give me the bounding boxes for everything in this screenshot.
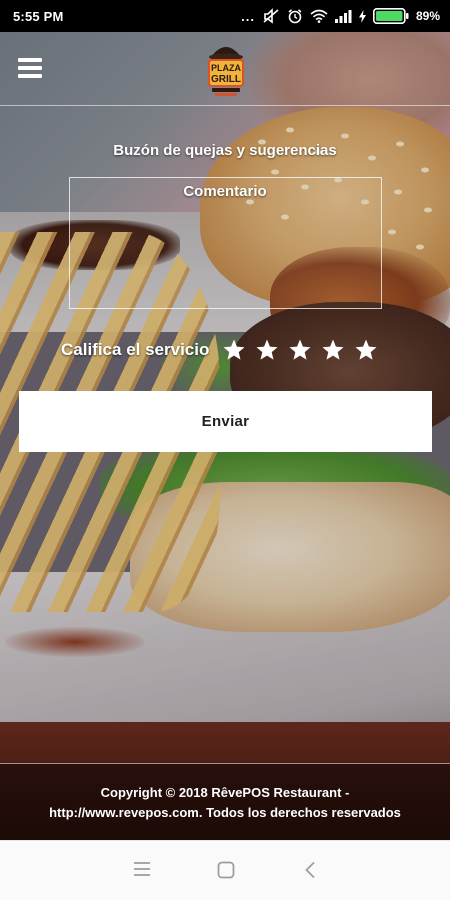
mute-icon <box>263 8 279 24</box>
home-icon[interactable] <box>217 861 235 879</box>
logo-text-bottom: GRILL <box>211 74 241 85</box>
footer-copyright: Copyright © 2018 RêvePOS Restaurant - <box>100 785 350 800</box>
back-icon[interactable] <box>304 861 316 879</box>
footer-rights: http://www.revepos.com. Todos los derech… <box>49 805 401 820</box>
wifi-icon <box>310 9 328 23</box>
hamburger-menu-icon[interactable] <box>18 58 42 78</box>
rating-row: Califica el servicio <box>61 336 378 364</box>
alarm-icon <box>288 9 302 24</box>
signal-icon <box>334 10 352 23</box>
notification-dots-icon: ... <box>241 8 255 24</box>
status-time: 5:55 PM <box>13 8 64 24</box>
charging-bolt-icon <box>358 9 366 23</box>
system-nav-bar <box>0 840 450 900</box>
star-icon-1[interactable] <box>222 338 246 362</box>
status-bar: 5:55 PM ... 89% <box>0 0 450 32</box>
star-icon-5[interactable] <box>354 338 378 362</box>
star-icon-4[interactable] <box>321 338 345 362</box>
footer: Copyright © 2018 RêvePOS Restaurant - ht… <box>0 763 450 840</box>
send-button[interactable]: Enviar <box>19 391 432 452</box>
star-rating[interactable] <box>222 338 378 362</box>
rating-label: Califica el servicio <box>61 340 210 359</box>
battery-percent: 89% <box>415 9 440 23</box>
comment-input[interactable] <box>69 177 382 309</box>
app-screen: PLAZA GRILL Buzón de quejas y sugerencia… <box>0 32 450 840</box>
star-icon-3[interactable] <box>288 338 312 362</box>
star-icon-2[interactable] <box>255 338 279 362</box>
battery-charging-icon <box>372 8 409 24</box>
app-header: PLAZA GRILL <box>0 32 450 106</box>
menu-line <box>18 58 42 62</box>
logo-text-top: PLAZA <box>211 63 241 73</box>
menu-line <box>18 74 42 78</box>
status-icons: ... 89% <box>241 8 440 24</box>
form-title: Buzón de quejas y sugerencias <box>113 142 337 159</box>
recent-apps-icon[interactable] <box>133 861 151 877</box>
plaza-grill-logo: PLAZA GRILL <box>208 47 244 96</box>
menu-line <box>18 66 42 70</box>
